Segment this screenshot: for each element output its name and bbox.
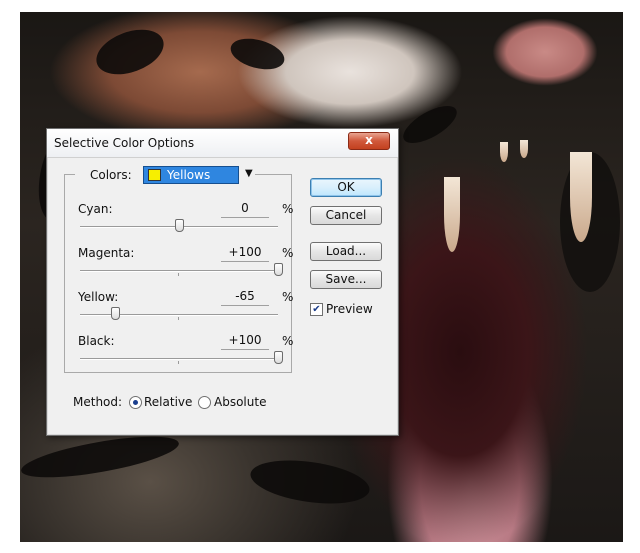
load-button[interactable]: Load... (310, 242, 382, 261)
close-icon: x (365, 133, 373, 147)
colors-label: Colors: (90, 168, 132, 182)
selective-color-dialog: Selective Color Options x Colors: Yellow… (46, 128, 399, 436)
slider-track[interactable] (80, 358, 278, 360)
slider-thumb[interactable] (110, 307, 120, 320)
cancel-button[interactable]: Cancel (310, 206, 382, 225)
colors-group: Colors: Yellows ▼ Cyan: 0 % Magenta: +10… (64, 165, 293, 374)
slider-unit: % (282, 334, 294, 348)
slider-value-input[interactable]: +100 (221, 244, 269, 262)
colors-legend: Colors: Yellows ▼ (75, 165, 255, 185)
preview-checkbox[interactable]: ✔ (310, 303, 323, 316)
slider-thumb[interactable] (274, 263, 283, 276)
colors-selected-value: Yellows (167, 168, 211, 182)
slider-unit: % (282, 290, 294, 304)
method-label: Method: (73, 395, 123, 409)
slider-track[interactable] (80, 270, 278, 272)
preview-label: Preview (326, 302, 373, 316)
radio-absolute[interactable] (198, 396, 211, 409)
slider-value-input[interactable]: 0 (221, 200, 269, 218)
radio-absolute-label[interactable]: Absolute (214, 395, 266, 409)
slider-label: Magenta: (78, 246, 135, 260)
slider-yellow: Yellow: -65 % (78, 288, 293, 330)
slider-magenta: Magenta: +100 % (78, 244, 293, 286)
radio-selected-dot (133, 400, 138, 405)
slider-label: Black: (78, 334, 115, 348)
ok-button[interactable]: OK (310, 178, 382, 197)
dialog-titlebar[interactable]: Selective Color Options x (47, 129, 398, 158)
dialog-title: Selective Color Options (54, 136, 195, 150)
radio-relative-label[interactable]: Relative (144, 395, 192, 409)
slider-thumb[interactable] (274, 351, 283, 364)
radio-relative[interactable] (129, 396, 142, 409)
slider-center-tick (178, 361, 179, 364)
save-button[interactable]: Save... (310, 270, 382, 289)
yellow-swatch-icon (148, 169, 161, 181)
slider-center-tick (178, 317, 179, 320)
slider-value-input[interactable]: -65 (221, 288, 269, 306)
close-button[interactable]: x (348, 132, 390, 150)
slider-track[interactable] (80, 314, 278, 316)
slider-label: Yellow: (78, 290, 119, 304)
slider-label: Cyan: (78, 202, 113, 216)
slider-unit: % (282, 246, 294, 260)
slider-thumb[interactable] (175, 219, 184, 232)
slider-cyan: Cyan: 0 % (78, 200, 293, 242)
slider-black: Black: +100 % (78, 332, 293, 374)
chevron-down-icon[interactable]: ▼ (245, 168, 253, 179)
slider-center-tick (178, 273, 179, 276)
slider-unit: % (282, 202, 294, 216)
checkmark-icon: ✔ (312, 304, 321, 315)
colors-dropdown[interactable]: Yellows (143, 166, 239, 184)
slider-value-input[interactable]: +100 (221, 332, 269, 350)
